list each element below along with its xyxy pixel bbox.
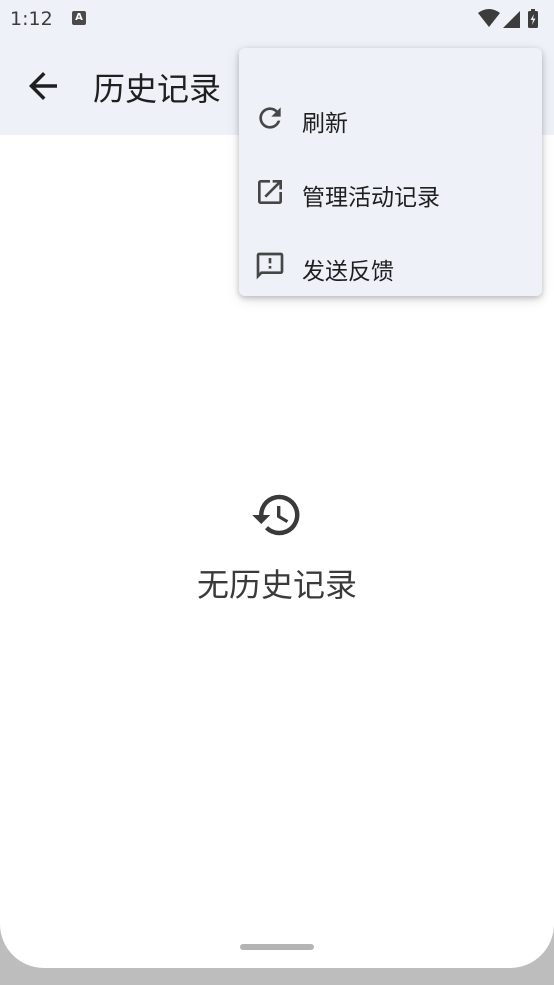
home-indicator[interactable] xyxy=(240,944,314,950)
page-title: 历史记录 xyxy=(93,70,222,108)
screen: 1:12 A 历史记录 无历史记录 刷新 管理活动记录 发送反馈 xyxy=(0,0,554,968)
notification-badge: A xyxy=(72,11,86,25)
status-time: 1:12 xyxy=(10,8,53,30)
menu-item-manage-activity[interactable]: 管理活动记录 xyxy=(239,157,542,227)
menu-item-refresh[interactable]: 刷新 xyxy=(239,83,542,153)
empty-state: 无历史记录 xyxy=(0,488,554,606)
battery-icon xyxy=(528,9,538,28)
overflow-menu: 刷新 管理活动记录 发送反馈 xyxy=(239,48,542,296)
menu-item-send-feedback[interactable]: 发送反馈 xyxy=(239,231,542,301)
refresh-icon xyxy=(259,107,281,129)
history-icon xyxy=(252,494,300,536)
status-icons xyxy=(478,9,538,28)
status-bar: 1:12 A xyxy=(0,0,554,40)
back-button[interactable] xyxy=(22,65,64,107)
menu-item-label: 发送反馈 xyxy=(302,259,394,285)
arrow-left-icon xyxy=(29,72,57,100)
empty-message: 无历史记录 xyxy=(196,566,357,604)
feedback-icon xyxy=(256,252,284,280)
open-external-icon xyxy=(258,180,282,204)
menu-item-label: 管理活动记录 xyxy=(302,185,440,211)
signal-icon xyxy=(503,11,520,28)
wifi-icon xyxy=(478,9,500,27)
menu-item-label: 刷新 xyxy=(302,111,348,137)
